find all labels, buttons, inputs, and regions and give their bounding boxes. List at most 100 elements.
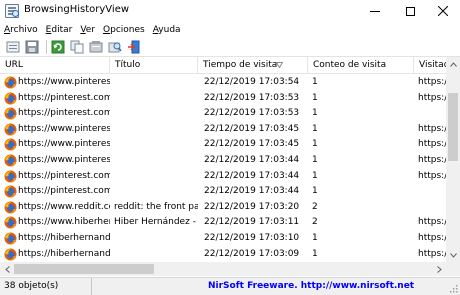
resize-grip-icon[interactable] <box>448 283 458 293</box>
cell-visit-time: 22/12/2019 17:03:09 <box>204 248 300 259</box>
close-button[interactable] <box>426 0 460 22</box>
cell-visited-from: https:// <box>418 154 448 165</box>
cell-title <box>114 75 198 91</box>
refresh-button[interactable] <box>50 39 66 55</box>
cell-visit-time: 22/12/2019 17:03:54 <box>204 77 300 87</box>
copy-icon <box>70 40 84 53</box>
table-row[interactable]: https://www.pinterest.... 22/12/2019 17:0… <box>0 75 448 91</box>
chevron-left-icon <box>4 265 10 273</box>
table-row[interactable]: https://pinterest.com.... 22/12/2019 17:0… <box>0 169 448 185</box>
cell-visited-from: https://p <box>418 92 448 103</box>
cell-visit-count: 1 <box>312 170 318 181</box>
cell-visit-time: 22/12/2019 17:03:53 <box>204 108 300 119</box>
vertical-scrollbar[interactable] <box>446 57 460 262</box>
options-button[interactable] <box>5 39 21 55</box>
copy-button[interactable] <box>69 39 85 55</box>
cell-visit-time: 22/12/2019 17:03:44 <box>204 154 300 165</box>
maximize-button[interactable] <box>393 0 427 22</box>
nirsoft-link[interactable]: NirSoft Freeware. http://www.nirsoft.net <box>208 278 414 295</box>
firefox-icon <box>4 216 17 229</box>
cell-visit-time: 22/12/2019 17:03:53 <box>204 92 300 103</box>
horizontal-scroll-thumb[interactable] <box>14 264 154 274</box>
history-list[interactable]: URL Título Tiempo de visita Conteo de vi… <box>0 57 460 276</box>
find-button[interactable] <box>107 39 123 55</box>
table-row[interactable]: https://www.reddit.co... reddit: the fron… <box>0 200 446 216</box>
table-row[interactable]: https://pinterest.com/... 22/12/2019 17:0… <box>0 91 448 107</box>
cell-url: https://pinterest.com/... <box>18 186 110 197</box>
cell-visited-from: https:// <box>418 139 448 150</box>
cell-visit-count: 2 <box>312 217 318 228</box>
firefox-icon <box>4 232 17 245</box>
table-row[interactable]: https://pinterest.com/... 22/12/2019 17:0… <box>0 184 446 200</box>
menu-label: er <box>85 24 96 35</box>
firefox-icon <box>4 107 17 120</box>
cell-visit-count: 1 <box>312 186 318 197</box>
toolbar <box>0 37 460 57</box>
cell-title <box>114 122 198 138</box>
firefox-icon <box>4 123 17 136</box>
cell-visited-from <box>418 106 448 122</box>
column-label: URL <box>5 60 23 70</box>
chevron-up-icon <box>449 61 457 67</box>
column-header-visit-count[interactable]: Conteo de visita <box>308 57 414 74</box>
scroll-left-button[interactable] <box>0 262 14 276</box>
scrollbar-corner <box>446 262 460 276</box>
app-icon <box>5 4 19 18</box>
cell-visited-from: https:// <box>418 77 448 87</box>
cell-visit-time: 22/12/2019 17:03:10 <box>204 232 300 243</box>
cell-visit-time: 22/12/2019 17:03:44 <box>204 186 300 197</box>
menu-label: pciones <box>110 24 145 35</box>
save-icon <box>25 40 39 53</box>
save-button[interactable] <box>24 39 40 55</box>
horizontal-scrollbar[interactable] <box>0 262 446 276</box>
exit-icon <box>128 40 140 53</box>
menu-ver[interactable]: Ver <box>76 25 99 35</box>
cell-visit-count: 1 <box>312 123 318 134</box>
scroll-up-button[interactable] <box>446 57 460 71</box>
menu-archivo[interactable]: Archivo <box>0 25 42 35</box>
column-header-url[interactable]: URL <box>0 57 110 74</box>
cell-visit-time: 22/12/2019 17:03:44 <box>204 170 300 181</box>
minimize-icon <box>370 10 380 12</box>
scroll-down-button[interactable] <box>446 248 460 262</box>
firefox-icon <box>4 138 17 151</box>
table-row[interactable]: https://www.pinterest.... 22/12/2019 17:0… <box>0 137 448 153</box>
minimize-button[interactable] <box>358 0 392 22</box>
properties-icon <box>89 40 103 52</box>
cell-visit-time: 22/12/2019 17:03:45 <box>204 123 300 134</box>
table-row[interactable]: https://www.hiberher... Hiber Hernández -… <box>0 215 448 231</box>
cell-url: https://pinterest.com/... <box>18 92 110 103</box>
scroll-right-button[interactable] <box>432 262 446 276</box>
table-row[interactable]: https://hiberhernande... 22/12/2019 17:03… <box>0 247 448 263</box>
menu-opciones[interactable]: Opciones <box>99 25 149 35</box>
vertical-scroll-thumb[interactable] <box>448 93 458 161</box>
sort-descending-icon <box>276 62 283 68</box>
cell-title <box>114 137 198 153</box>
table-row[interactable]: https://www.pinterest.... 22/12/2019 17:0… <box>0 153 448 169</box>
cell-url: https://pinterest.com/... <box>18 108 110 119</box>
table-row[interactable]: https://hiberhernande... 22/12/2019 17:03… <box>0 231 448 247</box>
status-item-count: 38 objeto(s) <box>0 278 92 295</box>
cell-visit-count: 1 <box>312 77 318 87</box>
column-header-title[interactable]: Título <box>110 57 198 74</box>
list-header: URL Título Tiempo de visita Conteo de vi… <box>0 57 460 74</box>
cell-url: https://www.pinterest.... <box>18 154 110 165</box>
close-icon <box>438 6 448 16</box>
chevron-down-icon <box>449 252 457 258</box>
maximize-icon <box>405 6 415 16</box>
menu-editar[interactable]: Editar <box>42 25 77 35</box>
menu-label: ditar <box>51 24 73 35</box>
table-row[interactable]: https://www.pinterest.... 22/12/2019 17:0… <box>0 122 448 138</box>
cell-title <box>114 106 198 122</box>
cell-visited-from: https:// <box>418 217 448 228</box>
exit-button[interactable] <box>126 39 142 55</box>
column-header-visit-time[interactable]: Tiempo de visita <box>198 57 308 74</box>
cell-url: https://www.pinterest.... <box>18 77 110 87</box>
table-row[interactable]: https://pinterest.com/... 22/12/2019 17:0… <box>0 106 446 122</box>
menu-ayuda[interactable]: Ayuda <box>149 25 185 35</box>
cell-title <box>114 153 198 169</box>
list-rows: https://www.pinterest.... 22/12/2019 17:0… <box>0 75 448 276</box>
firefox-icon <box>4 248 17 261</box>
properties-button[interactable] <box>88 39 104 55</box>
cell-visit-time: 22/12/2019 17:03:20 <box>204 201 300 212</box>
